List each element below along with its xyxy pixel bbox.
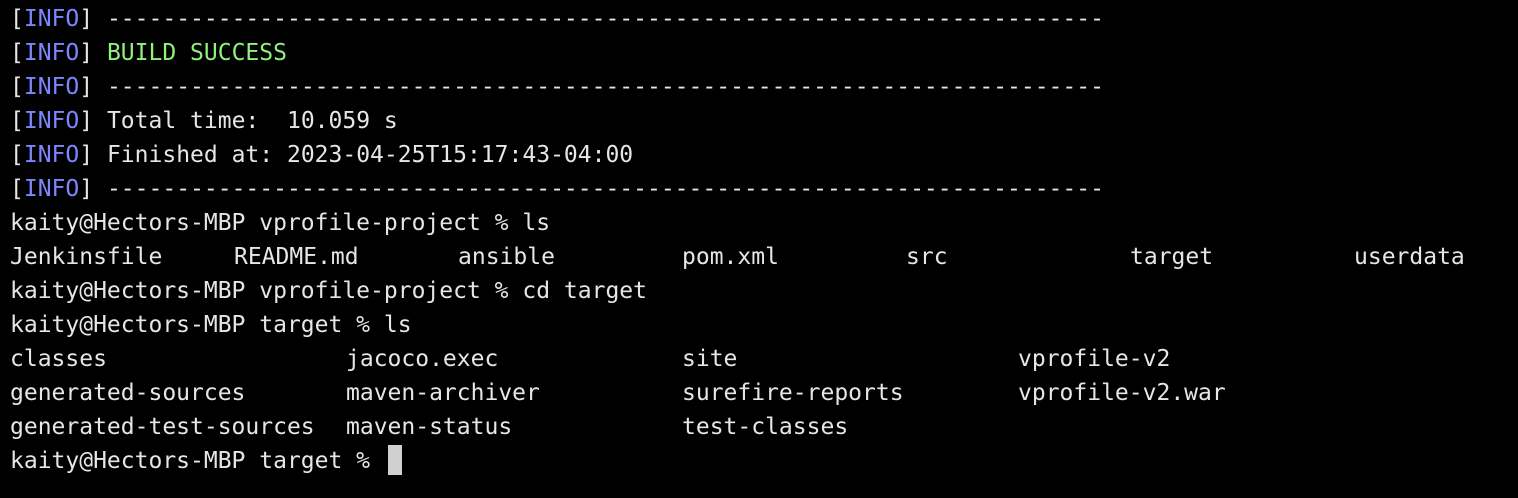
ls-entry: generated-sources xyxy=(10,380,246,406)
shell-prompt: kaity@Hectors-MBP vprofile-project % xyxy=(10,210,509,236)
log-line-finished-at: [INFO] Finished at: 2023-04-25T15:17:43-… xyxy=(10,142,634,168)
ls-output-target-row: generated-sources maven-archiver surefire-… xyxy=(10,376,1518,410)
build-success-text: BUILD SUCCESS xyxy=(106,40,287,66)
ls-entry: jacoco.exec xyxy=(346,346,499,372)
ls-entry: maven-status xyxy=(346,414,513,440)
ls-entry: ansible xyxy=(458,244,555,270)
info-tag: INFO xyxy=(23,40,80,66)
ls-entry: vprofile-v2.war xyxy=(1018,380,1226,406)
ls-entry: pom.xml xyxy=(682,244,779,270)
separator-text: ----------------------------------------… xyxy=(106,74,1104,100)
log-line-separator: [INFO] ---------------------------------… xyxy=(10,6,1104,32)
ls-output-target-row: generated-test-sources maven-status test-c… xyxy=(10,410,1518,444)
shell-prompt: kaity@Hectors-MBP target % xyxy=(10,312,371,338)
ls-entry: site xyxy=(682,346,738,372)
info-tag: INFO xyxy=(23,142,80,168)
ls-output-target-row: classes jacoco.exec site vprofile-v2 xyxy=(10,342,1518,376)
text-cursor xyxy=(387,444,402,475)
log-line-build-result: [INFO] BUILD SUCCESS xyxy=(10,40,287,66)
total-time-text: Total time: 10.059 s xyxy=(106,108,398,134)
ls-entry: classes xyxy=(10,346,107,372)
terminal-window[interactable]: [INFO] ---------------------------------… xyxy=(0,2,1518,498)
separator-text: ----------------------------------------… xyxy=(106,176,1104,202)
ls-entry: vprofile-v2 xyxy=(1018,346,1171,372)
ls-entry: userdata xyxy=(1354,244,1465,270)
command-line-ls-target: kaity@Hectors-MBP target % ls xyxy=(10,308,1518,342)
ls-entry: maven-archiver xyxy=(346,380,540,406)
info-tag: INFO xyxy=(23,176,80,202)
ls-entry: Jenkinsfile xyxy=(10,244,163,270)
ls-entry: surefire-reports xyxy=(682,380,904,406)
shell-prompt: kaity@Hectors-MBP vprofile-project % xyxy=(10,278,509,304)
finished-at-text: Finished at: 2023-04-25T15:17:43-04:00 xyxy=(106,142,634,168)
command-line-ls-project: kaity@Hectors-MBP vprofile-project % ls xyxy=(10,206,1518,240)
command-line-cd-target: kaity@Hectors-MBP vprofile-project % cd … xyxy=(10,274,1518,308)
shell-prompt: kaity@Hectors-MBP target % xyxy=(10,448,371,474)
info-tag: INFO xyxy=(23,108,80,134)
log-line-separator: [INFO] ---------------------------------… xyxy=(10,176,1104,202)
command-text: ls xyxy=(383,312,412,338)
ls-entry: generated-test-sources xyxy=(10,414,315,440)
active-prompt-line[interactable]: kaity@Hectors-MBP target % xyxy=(10,444,1518,478)
info-tag: INFO xyxy=(23,74,80,100)
log-line-separator: [INFO] ---------------------------------… xyxy=(10,74,1104,100)
ls-entry: README.md xyxy=(234,244,359,270)
ls-entry: test-classes xyxy=(682,414,849,440)
separator-text: ----------------------------------------… xyxy=(106,6,1104,32)
command-text: cd target xyxy=(522,278,647,304)
ls-entry: src xyxy=(906,244,948,270)
log-line-total-time: [INFO] Total time: 10.059 s xyxy=(10,108,398,134)
ls-entry: target xyxy=(1130,244,1214,270)
info-tag: INFO xyxy=(23,6,80,32)
ls-output-project: Jenkinsfile README.md ansible pom.xml src tar… xyxy=(10,240,1518,274)
command-text: ls xyxy=(522,210,551,236)
